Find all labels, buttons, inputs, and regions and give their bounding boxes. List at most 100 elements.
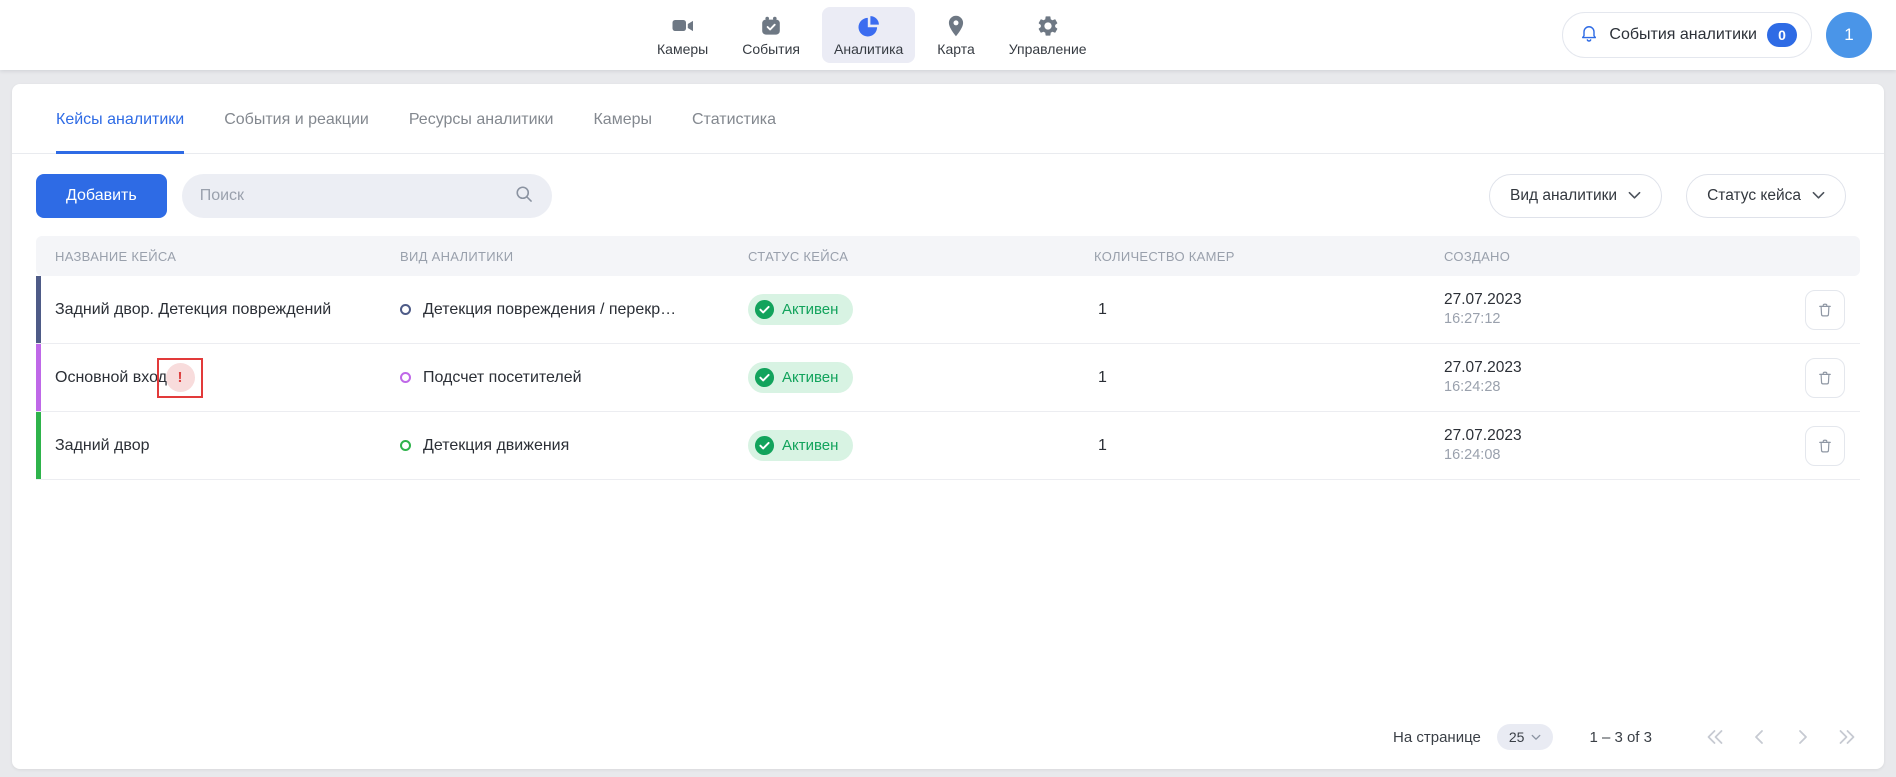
search-box[interactable]: [182, 174, 552, 218]
nav-item-label: Камеры: [657, 41, 708, 57]
filter-dropdown-0[interactable]: Вид аналитики: [1489, 174, 1662, 218]
analytics-pie-icon: [857, 14, 881, 38]
column-header-created: СОЗДАНО: [1444, 249, 1790, 264]
first-page-button[interactable]: [1704, 728, 1726, 746]
nav-item-label: Управление: [1009, 41, 1087, 57]
filter-dropdown-1[interactable]: Статус кейса: [1686, 174, 1846, 218]
case-name: Задний двор: [55, 437, 150, 455]
warning-annotation: !: [157, 358, 203, 398]
status-label: Активен: [782, 301, 838, 318]
analytics-type-dot-icon: [400, 304, 411, 315]
delete-case-button[interactable]: [1805, 358, 1845, 398]
check-circle-icon: [754, 367, 775, 388]
gear-icon: [1036, 14, 1060, 38]
nav-item-label: Аналитика: [834, 41, 903, 57]
case-name: Основной вход: [55, 369, 167, 387]
table-header: НАЗВАНИЕ КЕЙСА ВИД АНАЛИТИКИ СТАТУС КЕЙС…: [36, 236, 1860, 276]
column-header-type: ВИД АНАЛИТИКИ: [400, 249, 748, 264]
status-label: Активен: [782, 437, 838, 454]
nav-item-label: Карта: [937, 41, 974, 57]
analytics-type-dot-icon: [400, 440, 411, 451]
created-date: 27.07.2023: [1444, 426, 1790, 446]
check-circle-icon: [754, 435, 775, 456]
bell-icon: [1579, 23, 1599, 48]
analytics-tabs: Кейсы аналитики События и реакции Ресурсы …: [12, 84, 1884, 154]
per-page-select[interactable]: 25: [1497, 724, 1554, 750]
table-body: Задний двор. Детекция повреждений Детекц…: [36, 276, 1860, 480]
tab-0[interactable]: Кейсы аналитики: [56, 84, 184, 154]
tab-2[interactable]: Ресурсы аналитики: [409, 84, 554, 154]
toolbar: Добавить Вид аналитики Статус кейса: [36, 174, 1860, 218]
delete-case-button[interactable]: [1805, 290, 1845, 330]
analytics-type-dot-icon: [400, 372, 411, 383]
cases-table: НАЗВАНИЕ КЕЙСА ВИД АНАЛИТИКИ СТАТУС КЕЙС…: [36, 236, 1860, 480]
column-header-cameras: КОЛИЧЕСТВО КАМЕР: [1094, 249, 1444, 264]
topbar: Камеры События Аналитика Карта Управление Со…: [0, 0, 1896, 70]
content-card: Кейсы аналитики События и реакции Ресурсы …: [12, 84, 1884, 769]
tab-3[interactable]: Камеры: [593, 84, 652, 154]
user-avatar[interactable]: 1: [1826, 12, 1872, 58]
search-icon: [514, 184, 534, 209]
nav-item-analytics-pie[interactable]: Аналитика: [822, 7, 915, 63]
camera-count: 1: [1094, 301, 1444, 319]
trash-icon: [1816, 369, 1834, 387]
analytics-type: Детекция движения: [423, 437, 569, 455]
nav-item-events[interactable]: События: [730, 7, 812, 63]
chevron-down-icon: [1531, 734, 1541, 741]
analytics-events-button[interactable]: События аналитики 0: [1562, 12, 1812, 58]
tab-1[interactable]: События и реакции: [224, 84, 369, 154]
topbar-right: События аналитики 0 1: [1562, 12, 1872, 58]
nav-item-gear[interactable]: Управление: [997, 7, 1099, 63]
toolbar-filters: Вид аналитики Статус кейса: [1489, 174, 1846, 218]
filter-label: Статус кейса: [1707, 187, 1801, 205]
created-date: 27.07.2023: [1444, 358, 1790, 378]
last-page-button[interactable]: [1836, 728, 1858, 746]
prev-page-button[interactable]: [1748, 728, 1770, 746]
created-time: 16:27:12: [1444, 310, 1790, 329]
trash-icon: [1816, 301, 1834, 319]
search-input[interactable]: [200, 187, 504, 205]
events-icon: [759, 14, 783, 38]
analytics-type: Детекция повреждения / перекр…: [423, 301, 676, 319]
nav-item-map-pin[interactable]: Карта: [925, 7, 986, 63]
trash-icon: [1816, 437, 1834, 455]
filter-label: Вид аналитики: [1510, 187, 1617, 205]
camera-count: 1: [1094, 437, 1444, 455]
map-pin-icon: [944, 14, 968, 38]
table-row[interactable]: Задний двор Детекция движения Активен 1 …: [36, 412, 1860, 480]
chevron-down-icon: [1812, 187, 1825, 205]
per-page-label: На странице: [1393, 729, 1481, 746]
warning-icon: !: [166, 363, 195, 392]
camera-count: 1: [1094, 369, 1444, 387]
page-range-text: 1 – 3 of 3: [1589, 729, 1652, 746]
chevron-down-icon: [1628, 187, 1641, 205]
nav-item-label: События: [742, 41, 800, 57]
status-badge: Активен: [748, 430, 853, 461]
add-case-button[interactable]: Добавить: [36, 174, 167, 218]
analytics-events-label: События аналитики: [1609, 26, 1757, 44]
main-nav: Камеры События Аналитика Карта Управление: [645, 7, 1099, 63]
created-date: 27.07.2023: [1444, 290, 1790, 310]
status-badge: Активен: [748, 294, 853, 325]
pagination: На странице 25 1 – 3 of 3: [36, 715, 1858, 759]
table-row[interactable]: Задний двор. Детекция повреждений Детекц…: [36, 276, 1860, 344]
per-page-value: 25: [1509, 729, 1525, 745]
camera-icon: [671, 14, 695, 38]
column-header-status: СТАТУС КЕЙСА: [748, 249, 1094, 264]
delete-case-button[interactable]: [1805, 426, 1845, 466]
created-time: 16:24:08: [1444, 446, 1790, 465]
toolbar-left: Добавить: [36, 174, 552, 218]
created-time: 16:24:28: [1444, 378, 1790, 397]
status-badge: Активен: [748, 362, 853, 393]
analytics-type: Подсчет посетителей: [423, 369, 582, 387]
check-circle-icon: [754, 299, 775, 320]
tab-4[interactable]: Статистика: [692, 84, 776, 154]
case-name: Задний двор. Детекция повреждений: [55, 301, 331, 319]
status-label: Активен: [782, 369, 838, 386]
nav-item-camera[interactable]: Камеры: [645, 7, 720, 63]
pager-arrows: [1704, 728, 1858, 746]
events-count-badge: 0: [1767, 23, 1797, 47]
column-header-name: НАЗВАНИЕ КЕЙСА: [36, 249, 400, 264]
next-page-button[interactable]: [1792, 728, 1814, 746]
table-row[interactable]: Основной вход ! Подсчет посетителей Акти…: [36, 344, 1860, 412]
